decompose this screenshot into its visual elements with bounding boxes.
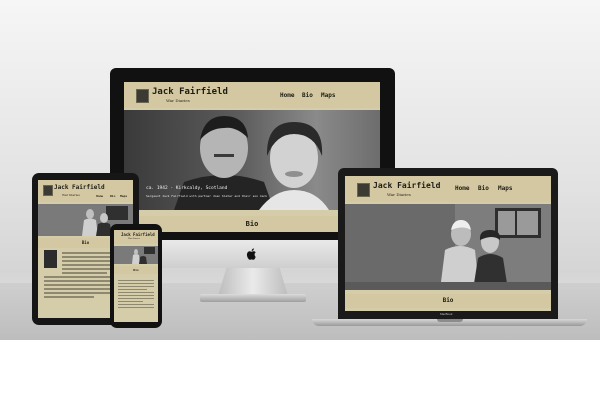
imac-stand — [218, 268, 288, 296]
hero-caption-text: Sergeant Jack Fairfield with partner Joa… — [146, 194, 268, 198]
nav-bio[interactable]: Bio — [302, 92, 313, 99]
logo-photo — [136, 89, 149, 103]
site-title[interactable]: Jack Fairfield — [54, 184, 105, 191]
site-subtitle: War Diaries — [387, 192, 411, 197]
nav-bio[interactable]: Bio — [110, 194, 115, 198]
imac-foot — [200, 294, 306, 302]
logo-photo — [357, 183, 370, 197]
site-subtitle: War Diaries — [128, 238, 140, 240]
nav-maps[interactable]: Maps — [498, 185, 512, 192]
site-header: Jack Fairfield War Diaries — [114, 230, 158, 244]
site-title[interactable]: Jack Fairfield — [152, 87, 228, 97]
site-header: Jack Fairfield War Diaries Home Bio Maps — [345, 176, 551, 202]
laptop-notch — [437, 319, 463, 322]
site-subtitle: War Diaries — [166, 98, 190, 103]
nav-maps[interactable]: Maps — [120, 194, 127, 198]
hero-caption-place: ca. 1942 - Kirkcaldy, Scotland — [146, 186, 228, 191]
nav-home[interactable]: Home — [455, 185, 469, 192]
nav-maps[interactable]: Maps — [321, 92, 335, 99]
section-title[interactable]: Bio — [114, 266, 158, 274]
site-title[interactable]: Jack Fairfield — [121, 232, 155, 237]
section-title[interactable]: Bio — [345, 294, 551, 308]
phone-screen: Jack Fairfield War Diaries Bio — [114, 230, 158, 322]
nav-home[interactable]: Home — [96, 194, 103, 198]
apple-logo-icon — [246, 248, 256, 260]
nav-home[interactable]: Home — [280, 92, 294, 99]
site-header: Jack Fairfield War Diaries Home Bio Maps — [124, 82, 380, 108]
nav-bio[interactable]: Bio — [478, 185, 489, 192]
hero-photo — [114, 246, 158, 264]
site-subtitle: War Diaries — [62, 193, 80, 197]
bio-portrait — [44, 250, 57, 268]
laptop-screen: Jack Fairfield War Diaries Home Bio Maps… — [345, 176, 551, 311]
logo-photo — [43, 185, 53, 196]
hero-doorstep-image — [345, 204, 551, 290]
hero-photo — [345, 204, 551, 290]
laptop-brand: MacBook — [440, 312, 453, 316]
site-title[interactable]: Jack Fairfield — [373, 181, 440, 190]
site-header: Jack Fairfield War Diaries Home Bio Maps — [38, 180, 133, 202]
bio-text-block — [118, 278, 154, 310]
hero-doorstep-image — [114, 246, 158, 264]
